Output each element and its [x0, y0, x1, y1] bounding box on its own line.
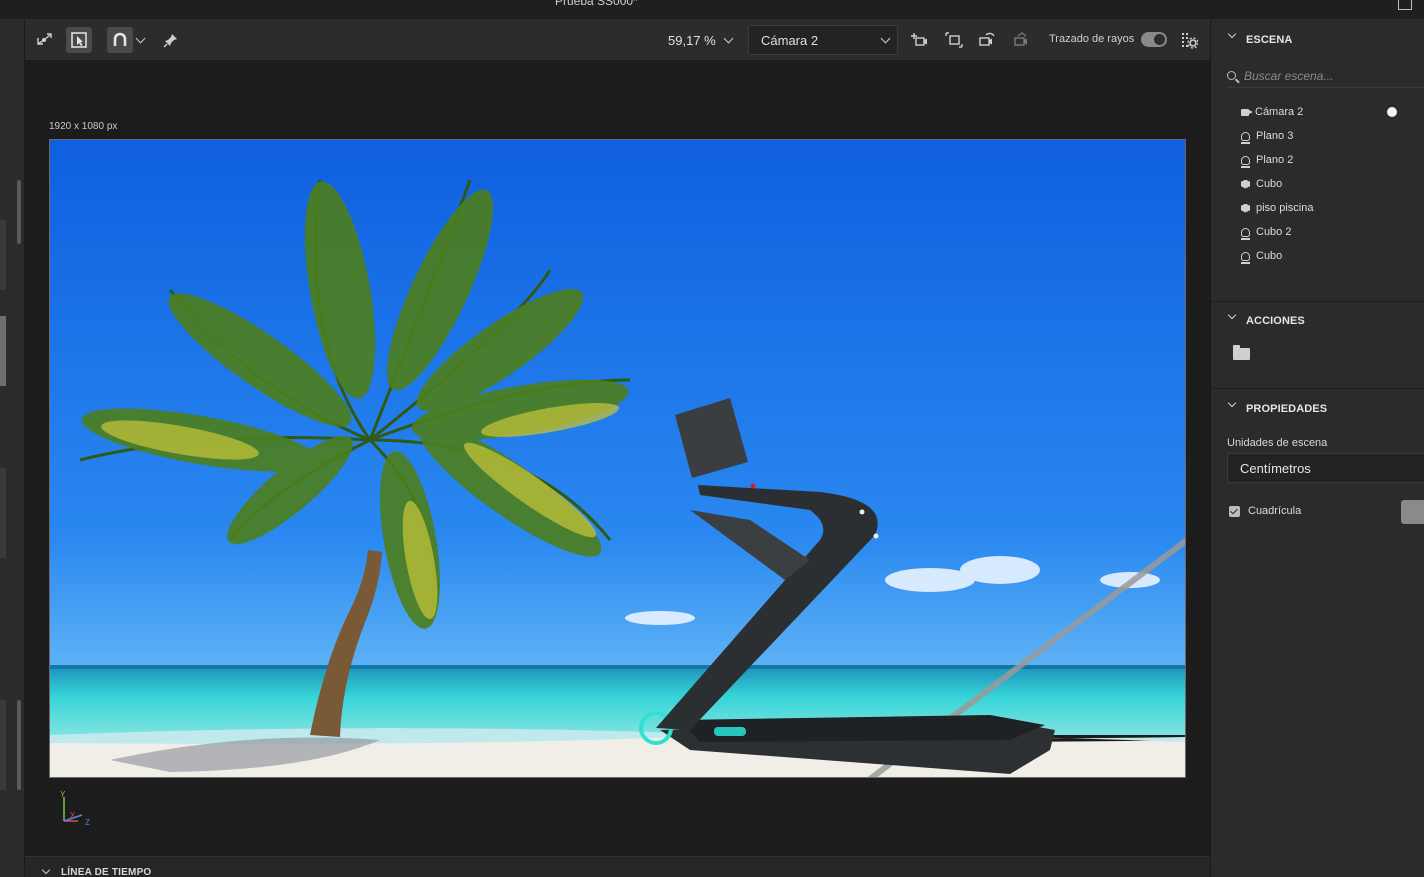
axis-x-label: X [70, 811, 76, 820]
scene-units-value: Centímetros [1240, 460, 1311, 476]
frame-icon[interactable] [941, 27, 967, 53]
scene-units-label: Unidades de escena [1227, 437, 1328, 449]
orbit-icon[interactable] [32, 27, 58, 53]
cube-icon [1241, 203, 1250, 213]
scene-units-select[interactable]: Centímetros [1227, 453, 1424, 483]
plane-icon [1241, 251, 1250, 264]
left-scrollbar[interactable] [17, 180, 21, 244]
left-thumbnail[interactable] [0, 316, 6, 386]
active-camera-indicator[interactable] [1387, 107, 1397, 117]
scene-item-cubo-2[interactable]: Cubo 2 [1227, 220, 1424, 244]
scene-title: ESCENA [1246, 34, 1293, 46]
zoom-value: 59,17 % [668, 32, 716, 48]
grid-color-swatch[interactable] [1401, 500, 1424, 524]
raytrace-label: Trazado de rayos [1049, 33, 1135, 45]
camera-value: Cámara 2 [761, 32, 819, 48]
scene-item-label: Cubo [1256, 250, 1283, 262]
camera-select[interactable]: Cámara 2 [748, 25, 898, 55]
grid-label: Cuadrícula [1248, 505, 1302, 517]
chevron-down-icon [1227, 29, 1237, 39]
camera-icon [1241, 108, 1253, 116]
timeline-title: LÍNEA DE TIEMPO [61, 867, 152, 877]
actions-section-header[interactable]: ACCIONES [1211, 310, 1424, 332]
zoom-dropdown[interactable]: 59,17 % [662, 27, 736, 53]
chevron-down-icon [723, 33, 734, 43]
cube-icon [1241, 179, 1250, 189]
3d-viewport[interactable]: 1920 x 1080 px Y X Z [25, 61, 1210, 856]
scene-item-label: Cubo [1256, 178, 1283, 190]
render-settings-icon[interactable] [1176, 27, 1202, 53]
left-thumbnail[interactable] [0, 700, 6, 790]
scene-item-plano-2[interactable]: Plano 2 [1227, 148, 1424, 172]
scene-tree: Cámara 2 Plano 3 Plano 2 Cubo piso pisci… [1227, 100, 1424, 268]
plane-icon [1241, 155, 1250, 168]
scene-item-plano-3[interactable]: Plano 3 [1227, 124, 1424, 148]
left-thumbnail[interactable] [0, 468, 6, 558]
left-scrollbar[interactable] [17, 700, 21, 790]
left-thumbnail[interactable] [0, 220, 6, 290]
magnet-dropdown-icon[interactable] [133, 27, 147, 53]
select-frame-icon[interactable] [66, 27, 92, 53]
camera-disabled-icon[interactable] [1009, 27, 1035, 53]
plane-icon [1241, 131, 1250, 144]
camera-add-icon[interactable] [906, 27, 932, 53]
plane-icon [1241, 227, 1250, 240]
canvas-dimensions: 1920 x 1080 px [49, 121, 118, 132]
chevron-down-icon [880, 33, 891, 43]
sky [50, 140, 1185, 670]
axis-gizmo: Y X Z [60, 791, 90, 827]
search-placeholder: Buscar escena... [1244, 68, 1334, 83]
actions-title: ACCIONES [1246, 315, 1305, 327]
properties-title: PROPIEDADES [1246, 403, 1328, 415]
chevron-down-icon[interactable] [41, 865, 51, 875]
scene-search-input[interactable]: Buscar escena... [1227, 64, 1424, 88]
axis-z-label: Z [85, 818, 90, 827]
search-icon [1227, 71, 1236, 80]
chevron-down-icon [1227, 310, 1237, 320]
scene-item-label: Plano 2 [1256, 154, 1294, 166]
chevron-down-icon [1227, 398, 1237, 408]
pin-icon[interactable] [158, 27, 184, 53]
title-bar: Prueba SS000* [0, 0, 1424, 20]
folder-icon[interactable] [1233, 345, 1250, 360]
scene-section-header[interactable]: ESCENA [1211, 29, 1424, 51]
scene-item-cubo[interactable]: Cubo [1227, 172, 1424, 196]
scene-item-camera-2[interactable]: Cámara 2 [1227, 100, 1424, 124]
raytrace-toggle[interactable] [1141, 32, 1167, 47]
grid-checkbox[interactable] [1229, 506, 1240, 517]
scene-item-label: Cubo 2 [1256, 226, 1292, 238]
scene-item-piso-piscina[interactable]: piso piscina [1227, 196, 1424, 220]
scene-item-label: Cámara 2 [1255, 106, 1304, 118]
camera-rotate-icon[interactable] [974, 27, 1000, 53]
timeline-panel[interactable]: LÍNEA DE TIEMPO [25, 856, 1210, 877]
properties-section-header[interactable]: PROPIEDADES [1211, 398, 1424, 420]
right-panel: ESCENA Buscar escena... Cámara 2 Plano 3… [1210, 20, 1424, 877]
viewport-toolbar: 59,17 % Cámara 2 Trazado de rayos [25, 20, 1210, 61]
left-tool-strip [0, 20, 25, 877]
render-canvas[interactable] [49, 139, 1186, 778]
document-title: Prueba SS000* [555, 0, 638, 8]
scene-item-cubo[interactable]: Cubo [1227, 244, 1424, 268]
window-restore-icon[interactable] [1398, 0, 1412, 10]
scene-item-label: piso piscina [1256, 202, 1314, 214]
magnet-icon[interactable] [107, 27, 133, 53]
scene-item-label: Plano 3 [1256, 130, 1294, 142]
section-divider [1211, 301, 1424, 302]
section-divider [1211, 388, 1424, 389]
axis-y-label: Y [60, 791, 66, 799]
